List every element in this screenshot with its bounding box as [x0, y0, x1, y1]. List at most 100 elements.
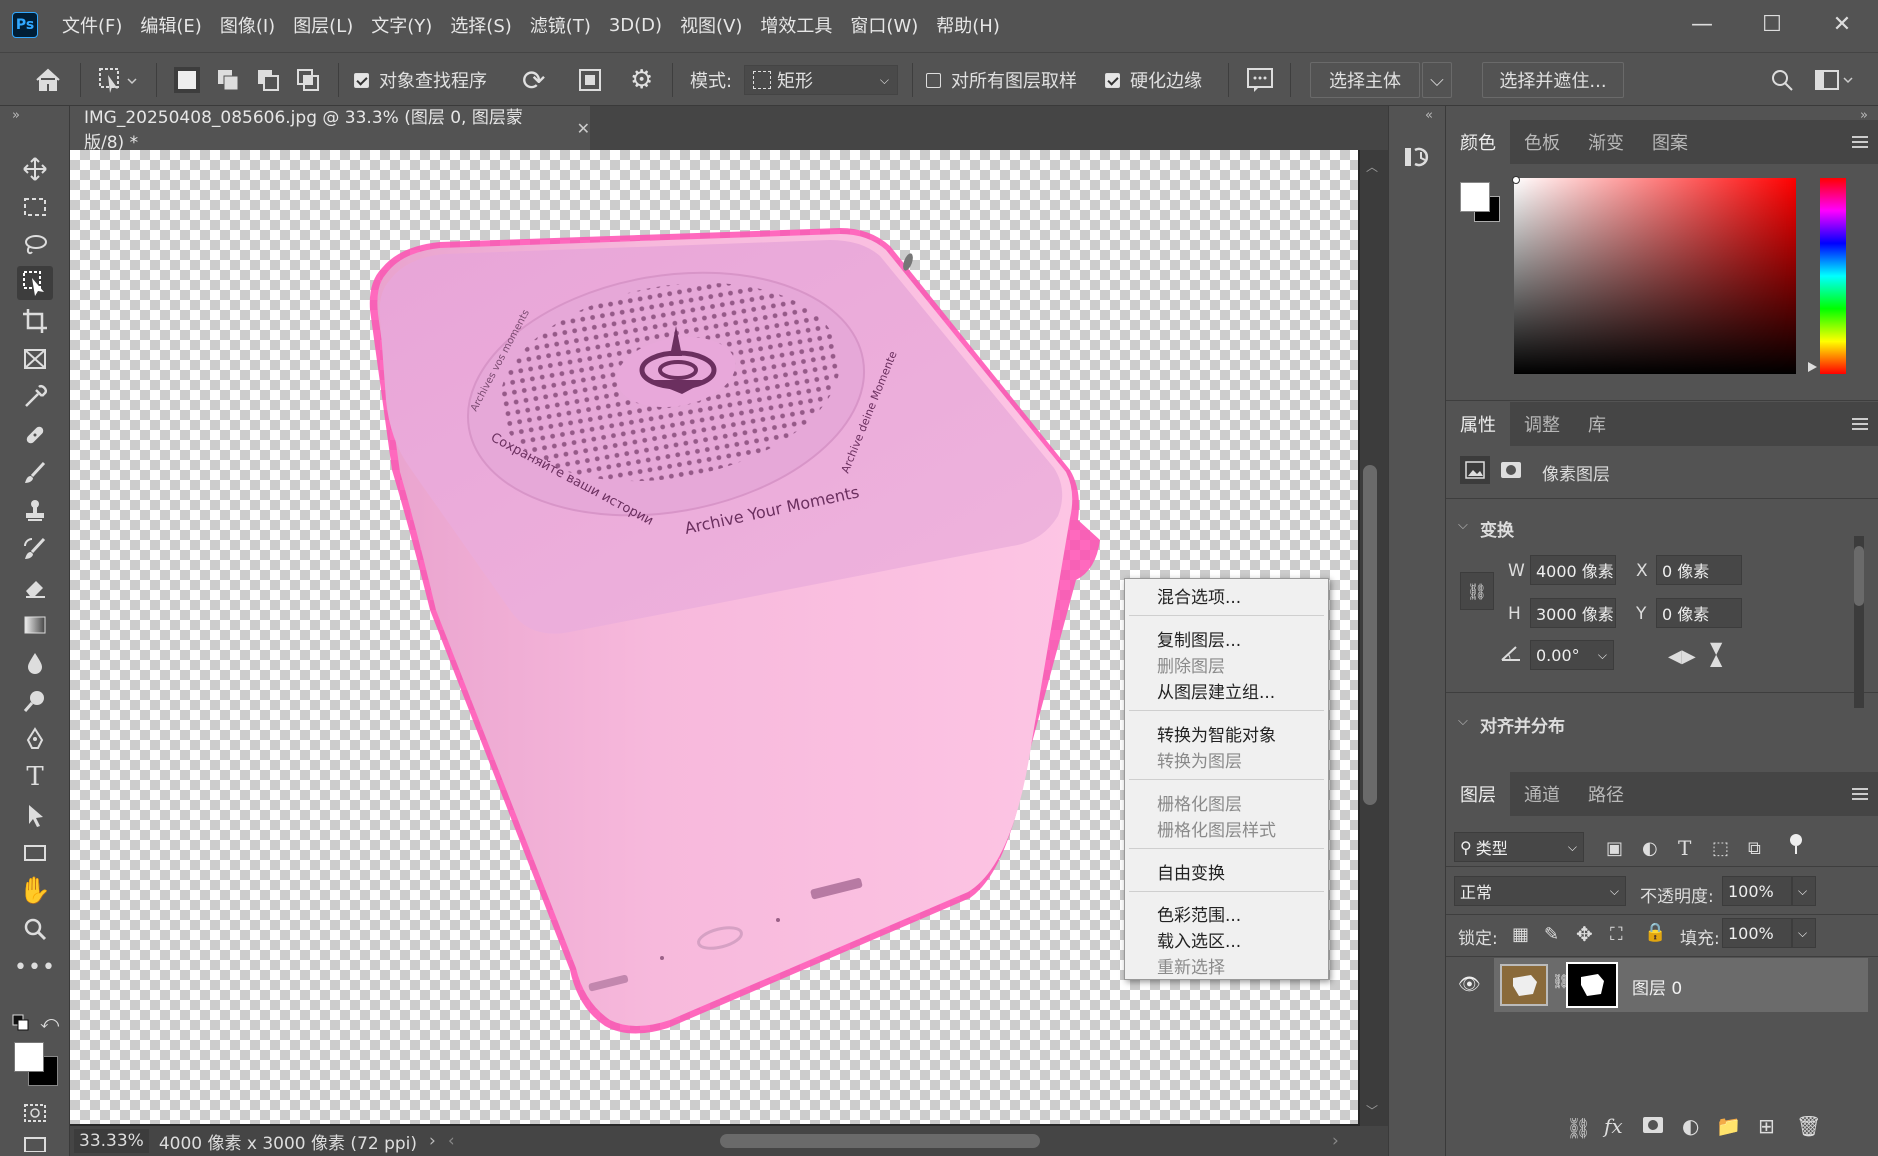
menu-group-from-layers[interactable]: 从图层建立组... [1157, 678, 1275, 703]
transform-section-title[interactable]: 变换 [1480, 516, 1514, 541]
fill-slider-toggle[interactable]: ⌵ [1792, 918, 1816, 948]
align-chevron-icon[interactable]: ⌵ [1458, 714, 1468, 729]
search-icon[interactable] [1770, 53, 1794, 107]
crop-tool-icon[interactable] [17, 304, 53, 338]
filter-shape-icon[interactable]: ⬚ [1712, 838, 1729, 859]
object-selection-tool-preset-icon[interactable] [98, 53, 138, 107]
eraser-tool-icon[interactable] [17, 570, 53, 604]
select-subject-button[interactable]: 选择主体 [1310, 53, 1420, 107]
tab-swatches[interactable]: 色板 [1510, 120, 1574, 164]
x-input[interactable]: 0 像素 [1656, 555, 1742, 585]
menu-load-selection[interactable]: 载入选区... [1157, 927, 1241, 952]
lock-all-icon[interactable]: 🔒 [1644, 922, 1666, 943]
zoom-level[interactable]: 33.33% [74, 1129, 149, 1153]
workspace-icon[interactable] [1814, 53, 1854, 107]
fill-input[interactable]: 100% [1722, 918, 1792, 948]
adjustment-layer-icon[interactable]: ◐ [1682, 1114, 1699, 1138]
feedback-icon[interactable] [1246, 53, 1274, 107]
intersect-selection-icon[interactable] [296, 53, 320, 107]
hard-edge-check-icon[interactable] [1105, 72, 1120, 88]
angle-input[interactable]: 0.00° ⌵ [1530, 640, 1614, 670]
menu-3d[interactable]: 3D(D) [609, 15, 662, 36]
color-panel-menu-icon[interactable] [1852, 136, 1868, 148]
menu-convert-smart-object[interactable]: 转换为智能对象 [1157, 721, 1276, 746]
default-colors-icon[interactable] [12, 1014, 30, 1037]
scroll-up-icon[interactable]: ︿ [1366, 158, 1378, 175]
opacity-slider-toggle[interactable]: ⌵ [1792, 876, 1816, 906]
panel-foreground-swatch[interactable] [1460, 182, 1490, 212]
height-input[interactable]: 3000 像素 [1530, 598, 1616, 628]
zoom-tool-icon[interactable] [17, 912, 53, 946]
color-picker-cursor[interactable] [1512, 176, 1520, 184]
mode-select[interactable]: 矩形 ⌵ [744, 53, 898, 107]
new-group-icon[interactable]: 📁 [1716, 1114, 1741, 1138]
screen-mode-icon[interactable] [17, 1136, 53, 1152]
hue-slider-handle[interactable] [1808, 362, 1817, 372]
document-tab[interactable]: IMG_20250408_085606.jpg @ 33.3% (图层 0, 图… [70, 106, 590, 153]
gradient-tool-icon[interactable] [17, 608, 53, 642]
filter-smart-object-icon[interactable]: ⧉ [1748, 838, 1761, 859]
vertical-scroll-thumb[interactable] [1363, 465, 1377, 805]
layer-filter-select[interactable]: ⚲ 类型 ⌵ [1454, 832, 1584, 862]
home-icon[interactable] [34, 53, 62, 107]
hue-slider[interactable] [1820, 178, 1846, 374]
menu-blending-options[interactable]: 混合选项... [1157, 583, 1241, 608]
lock-transparent-icon[interactable]: ▦ [1512, 924, 1529, 945]
layer-name[interactable]: 图层 0 [1632, 974, 1682, 999]
menu-view[interactable]: 视图(V) [680, 12, 742, 38]
quick-mask-icon[interactable] [17, 1096, 53, 1130]
marquee-tool-icon[interactable] [17, 190, 53, 224]
flip-horizontal-icon[interactable]: ◀▶ [1668, 646, 1696, 667]
more-tools-icon[interactable]: ••• [14, 950, 55, 984]
lock-position-icon[interactable]: ✥ [1576, 922, 1593, 946]
scroll-down-icon[interactable]: ﹀ [1366, 1102, 1378, 1119]
tab-paths[interactable]: 路径 [1574, 772, 1638, 816]
tab-patterns[interactable]: 图案 [1638, 120, 1702, 164]
menu-layer[interactable]: 图层(L) [293, 12, 353, 38]
menu-duplicate-layer[interactable]: 复制图层... [1157, 626, 1241, 651]
menu-image[interactable]: 图像(I) [220, 12, 275, 38]
scroll-right-icon[interactable]: › [1332, 1131, 1339, 1151]
y-input[interactable]: 0 像素 [1656, 598, 1742, 628]
tab-properties[interactable]: 属性 [1446, 402, 1510, 446]
healing-brush-tool-icon[interactable] [17, 418, 53, 452]
align-section-title[interactable]: 对齐并分布 [1480, 712, 1565, 737]
menu-type[interactable]: 文字(Y) [371, 12, 432, 38]
hand-tool-icon[interactable]: ✋ [17, 874, 53, 908]
foreground-color-swatch[interactable] [14, 1042, 44, 1072]
horizontal-scroll-thumb[interactable] [720, 1134, 1040, 1148]
select-subject-dropdown[interactable]: ⌵ [1422, 53, 1452, 107]
pen-tool-icon[interactable] [17, 722, 53, 756]
properties-panel-menu-icon[interactable] [1852, 418, 1868, 430]
collapse-strip-icon[interactable]: « [1425, 108, 1433, 123]
menu-free-transform[interactable]: 自由变换 [1157, 859, 1225, 884]
move-tool-icon[interactable] [17, 152, 53, 186]
maximize-icon[interactable]: ☐ [1742, 8, 1802, 42]
menu-select[interactable]: 选择(S) [450, 12, 511, 38]
visibility-eye-icon[interactable]: 👁 [1458, 974, 1481, 995]
tab-libraries[interactable]: 库 [1574, 402, 1620, 446]
new-selection-icon[interactable] [174, 53, 200, 107]
tab-adjustments[interactable]: 调整 [1510, 402, 1574, 446]
layers-panel-menu-icon[interactable] [1852, 788, 1868, 800]
path-selection-tool-icon[interactable] [17, 798, 53, 832]
tab-color[interactable]: 颜色 [1446, 120, 1510, 164]
close-tab-icon[interactable]: ✕ [577, 119, 590, 138]
close-window-icon[interactable]: ✕ [1812, 8, 1872, 42]
swap-colors-icon[interactable]: ⤺ [40, 1012, 59, 1033]
history-brush-tool-icon[interactable] [17, 532, 53, 566]
object-selection-tool-icon[interactable] [17, 266, 53, 300]
menu-filter[interactable]: 滤镜(T) [530, 12, 591, 38]
sample-all-layers-checkbox[interactable]: 对所有图层取样 [926, 53, 1077, 107]
opacity-input[interactable]: 100% [1722, 876, 1792, 906]
flip-vertical-icon[interactable]: ▼ ▲ [1710, 640, 1722, 668]
properties-scroll-thumb[interactable] [1854, 546, 1864, 606]
new-layer-icon[interactable]: ⊞ [1758, 1114, 1775, 1138]
menu-color-range[interactable]: 色彩范围... [1157, 901, 1241, 926]
history-panel-icon[interactable] [1403, 142, 1433, 177]
lock-artboard-icon[interactable]: ⛶ [1610, 924, 1623, 945]
link-icon[interactable]: ⛓ [1460, 572, 1494, 610]
add-selection-icon[interactable] [216, 53, 240, 107]
show-all-objects-icon[interactable] [578, 53, 602, 107]
gear-icon[interactable]: ⚙ [630, 53, 653, 107]
